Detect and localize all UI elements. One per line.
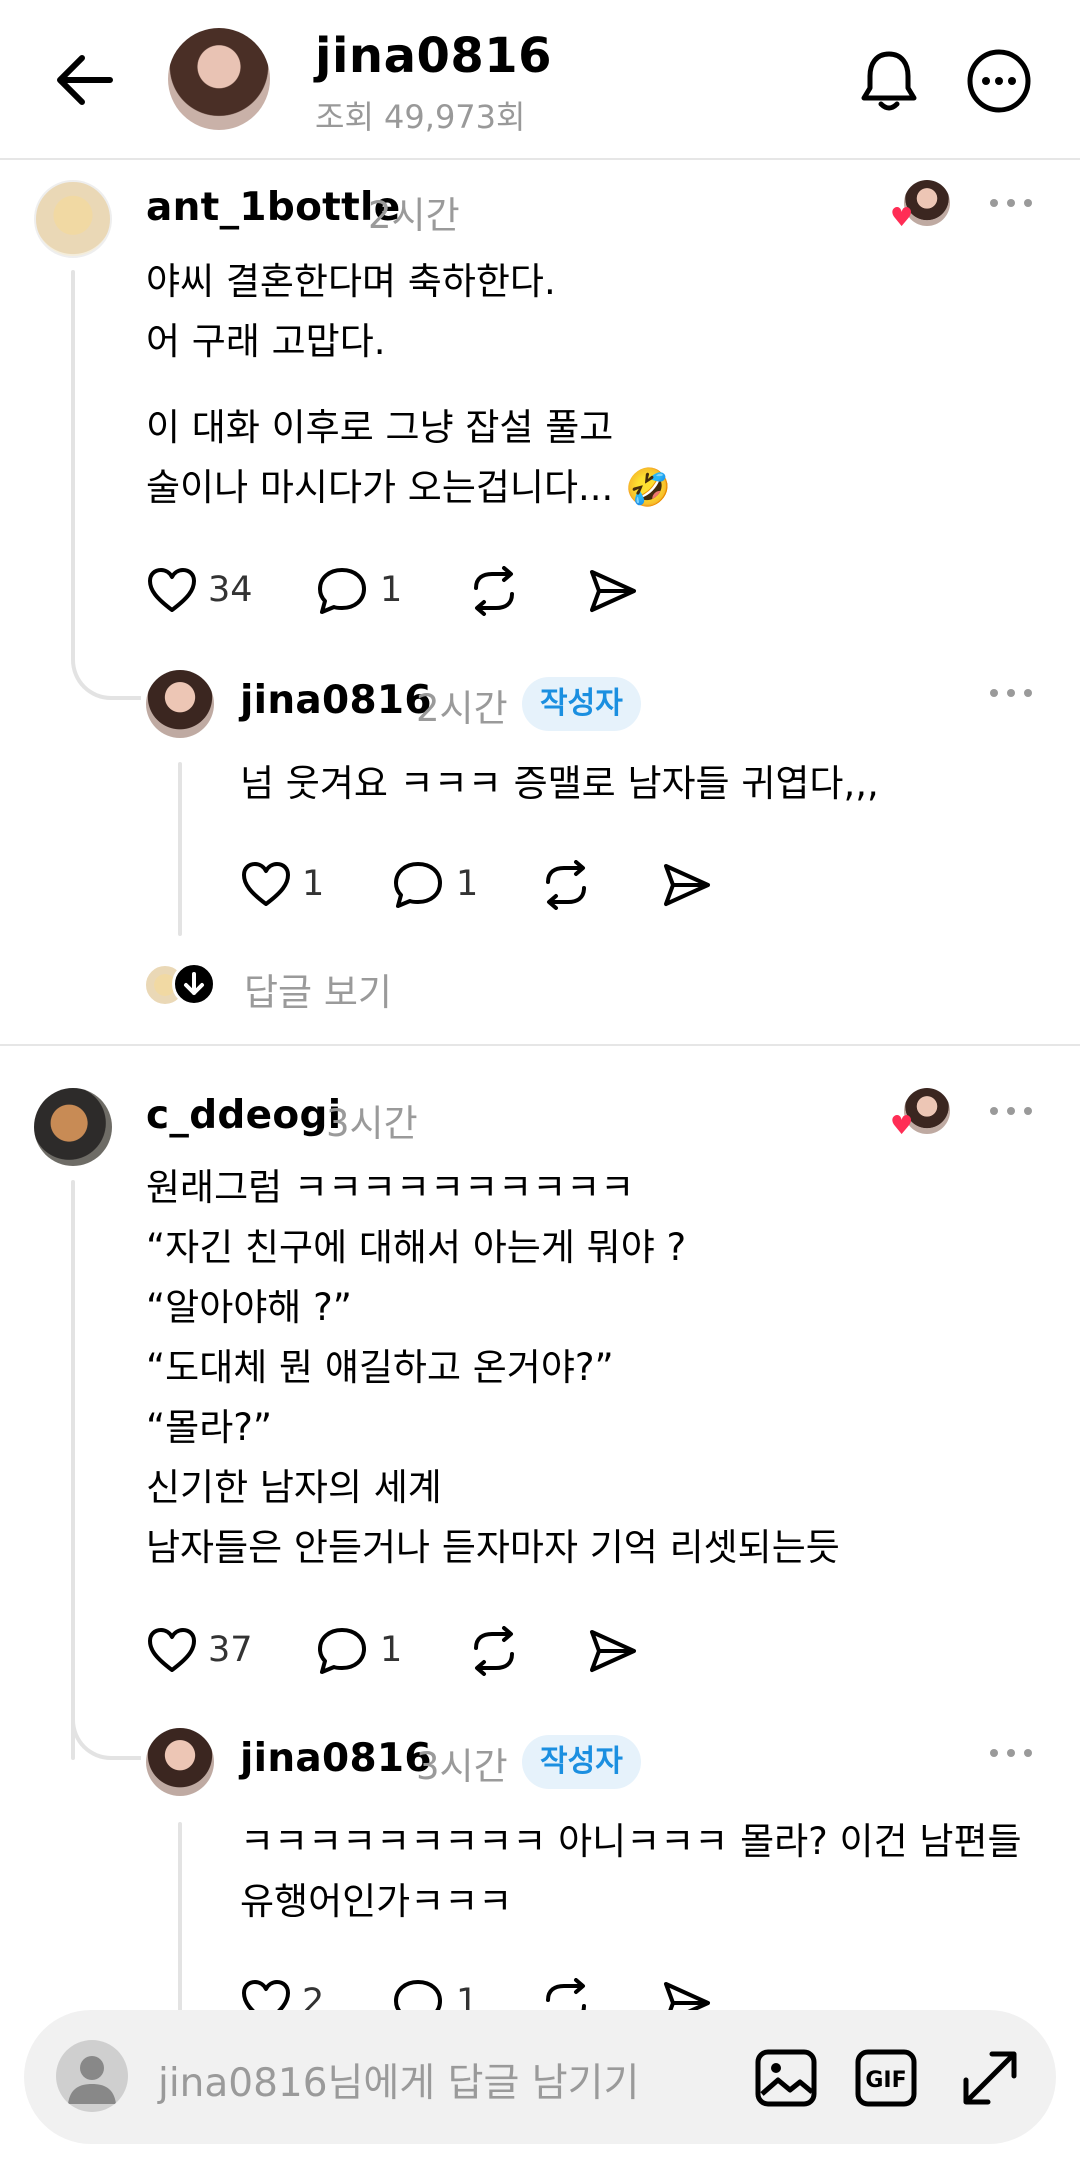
thread-connector-curve <box>71 630 141 700</box>
avatar[interactable] <box>146 1728 214 1796</box>
expand-replies-button[interactable] <box>172 962 216 1006</box>
comment-bubble-icon <box>318 568 366 614</box>
like-button[interactable] <box>146 566 198 618</box>
heart-icon: ♥ <box>890 1111 914 1141</box>
view-count: 조회 49,973회 <box>315 98 526 136</box>
comment-time: 3시간 <box>326 1102 418 1145</box>
repost-icon <box>474 566 514 616</box>
comment-bubble-icon <box>394 862 442 908</box>
image-icon <box>755 2049 817 2107</box>
like-button[interactable] <box>240 860 292 912</box>
top-bar: jina0816 조회 49,973회 <box>0 0 1080 160</box>
comment-button[interactable] <box>316 1626 368 1680</box>
gif-icon: GIF <box>855 2049 917 2107</box>
comment-button[interactable] <box>392 860 444 914</box>
comment-text: “알아야해 ?” <box>146 1286 352 1329</box>
section-divider <box>0 1044 1080 1046</box>
comment-text: 야씨 결혼한다며 축하한다. <box>146 260 556 303</box>
comment-username[interactable]: ant_1bottle <box>146 185 400 230</box>
comment-time: 2시간 <box>368 194 460 237</box>
comment-text: 남자들은 안듣거나 듣자마자 기억 리셋되는듯 <box>146 1526 840 1569</box>
expand-icon <box>963 2051 1017 2105</box>
author-badge: 작성자 <box>522 677 641 731</box>
repost-icon <box>546 860 586 910</box>
reply-composer: jina0816님에게 답글 남기기 GIF <box>24 2010 1056 2144</box>
share-button[interactable] <box>588 1628 638 1678</box>
comment-text: 신기한 남자의 세계 <box>146 1466 442 1509</box>
thread-connector <box>178 762 182 936</box>
reply-username[interactable]: jina0816 <box>240 678 432 723</box>
heart-outline-icon <box>242 862 290 906</box>
notifications-button[interactable] <box>858 48 920 114</box>
reply-text: ㅋㅋㅋㅋㅋㅋㅋㅋㅋ 아니ㅋㅋㅋ 몰라? 이건 남편들 <box>240 1820 1022 1863</box>
reply-text: 유행어인가ㅋㅋㅋ <box>240 1880 513 1923</box>
send-icon <box>590 570 636 612</box>
expand-button[interactable] <box>958 2046 1022 2110</box>
reply-more-button[interactable] <box>990 1746 1034 1760</box>
thread-connector <box>71 1180 75 1760</box>
heart-icon: ♥ <box>890 203 914 233</box>
send-icon <box>590 1630 636 1672</box>
heart-outline-icon <box>148 1628 196 1672</box>
repost-button[interactable] <box>540 860 592 914</box>
comment-text: “도대체 뭔 얘길하고 온거야?” <box>146 1346 614 1389</box>
svg-text:GIF: GIF <box>865 2068 906 2093</box>
avatar[interactable] <box>34 1088 112 1166</box>
share-button[interactable] <box>662 862 712 912</box>
heart-outline-icon <box>148 568 196 612</box>
back-button[interactable] <box>52 50 122 110</box>
comment-username[interactable]: c_ddeogi <box>146 1093 341 1138</box>
comment-text: 이 대화 이후로 그냥 잡설 풀고 <box>146 406 614 449</box>
repost-icon <box>474 1626 514 1676</box>
more-circle-icon <box>967 49 1031 113</box>
image-button[interactable] <box>754 2046 818 2110</box>
thread-connector <box>71 270 75 650</box>
like-count: 37 <box>208 1630 253 1670</box>
comment-text: 술이나 마시다가 오는겁니다... 🤣 <box>146 466 672 509</box>
like-count: 1 <box>302 864 325 904</box>
share-button[interactable] <box>588 568 638 618</box>
like-button[interactable] <box>146 1626 198 1678</box>
profile-username[interactable]: jina0816 <box>315 28 552 84</box>
bell-icon <box>861 51 917 111</box>
author-badge: 작성자 <box>522 1735 641 1789</box>
comment-more-button[interactable] <box>990 196 1034 210</box>
like-count: 34 <box>208 570 253 610</box>
comment-more-button[interactable] <box>990 1104 1034 1118</box>
reply-more-button[interactable] <box>990 686 1034 700</box>
more-options-button[interactable] <box>966 48 1032 114</box>
send-icon <box>664 864 710 906</box>
thread-connector-curve <box>71 1690 141 1760</box>
comment-text: “자긴 친구에 대해서 아는게 뭐야 ? <box>146 1226 687 1269</box>
comment-count: 1 <box>380 1630 403 1670</box>
reply-username[interactable]: jina0816 <box>240 1736 432 1781</box>
comment-count: 1 <box>456 864 479 904</box>
repost-button[interactable] <box>468 1626 520 1680</box>
comment-text: 어 구래 고맙다. <box>146 320 386 363</box>
thread-connector <box>178 1822 182 2022</box>
reply-time: 3시간 <box>416 1745 508 1788</box>
user-avatar-icon <box>56 2040 128 2112</box>
reply-input[interactable]: jina0816님에게 답글 남기기 <box>158 2052 639 2108</box>
gif-button[interactable]: GIF <box>854 2046 918 2110</box>
profile-avatar[interactable] <box>168 28 270 130</box>
arrow-down-icon <box>184 972 204 995</box>
comment-text: “몰라?” <box>146 1406 273 1449</box>
comment-button[interactable] <box>316 566 368 620</box>
comment-count: 1 <box>380 570 403 610</box>
comment-text: 원래그럼 ㅋㅋㅋㅋㅋㅋㅋㅋㅋㅋ <box>146 1166 635 1209</box>
avatar[interactable] <box>146 670 214 738</box>
arrow-left-icon <box>57 55 113 105</box>
repost-button[interactable] <box>468 566 520 620</box>
view-replies-link[interactable]: 답글 보기 <box>244 962 392 1016</box>
avatar[interactable] <box>34 180 112 258</box>
reply-time: 2시간 <box>416 687 508 730</box>
comment-bubble-icon <box>318 1628 366 1674</box>
reply-text: 넘 웃겨요 ㅋㅋㅋ 증맬로 남자들 귀엽다,,, <box>240 762 879 805</box>
